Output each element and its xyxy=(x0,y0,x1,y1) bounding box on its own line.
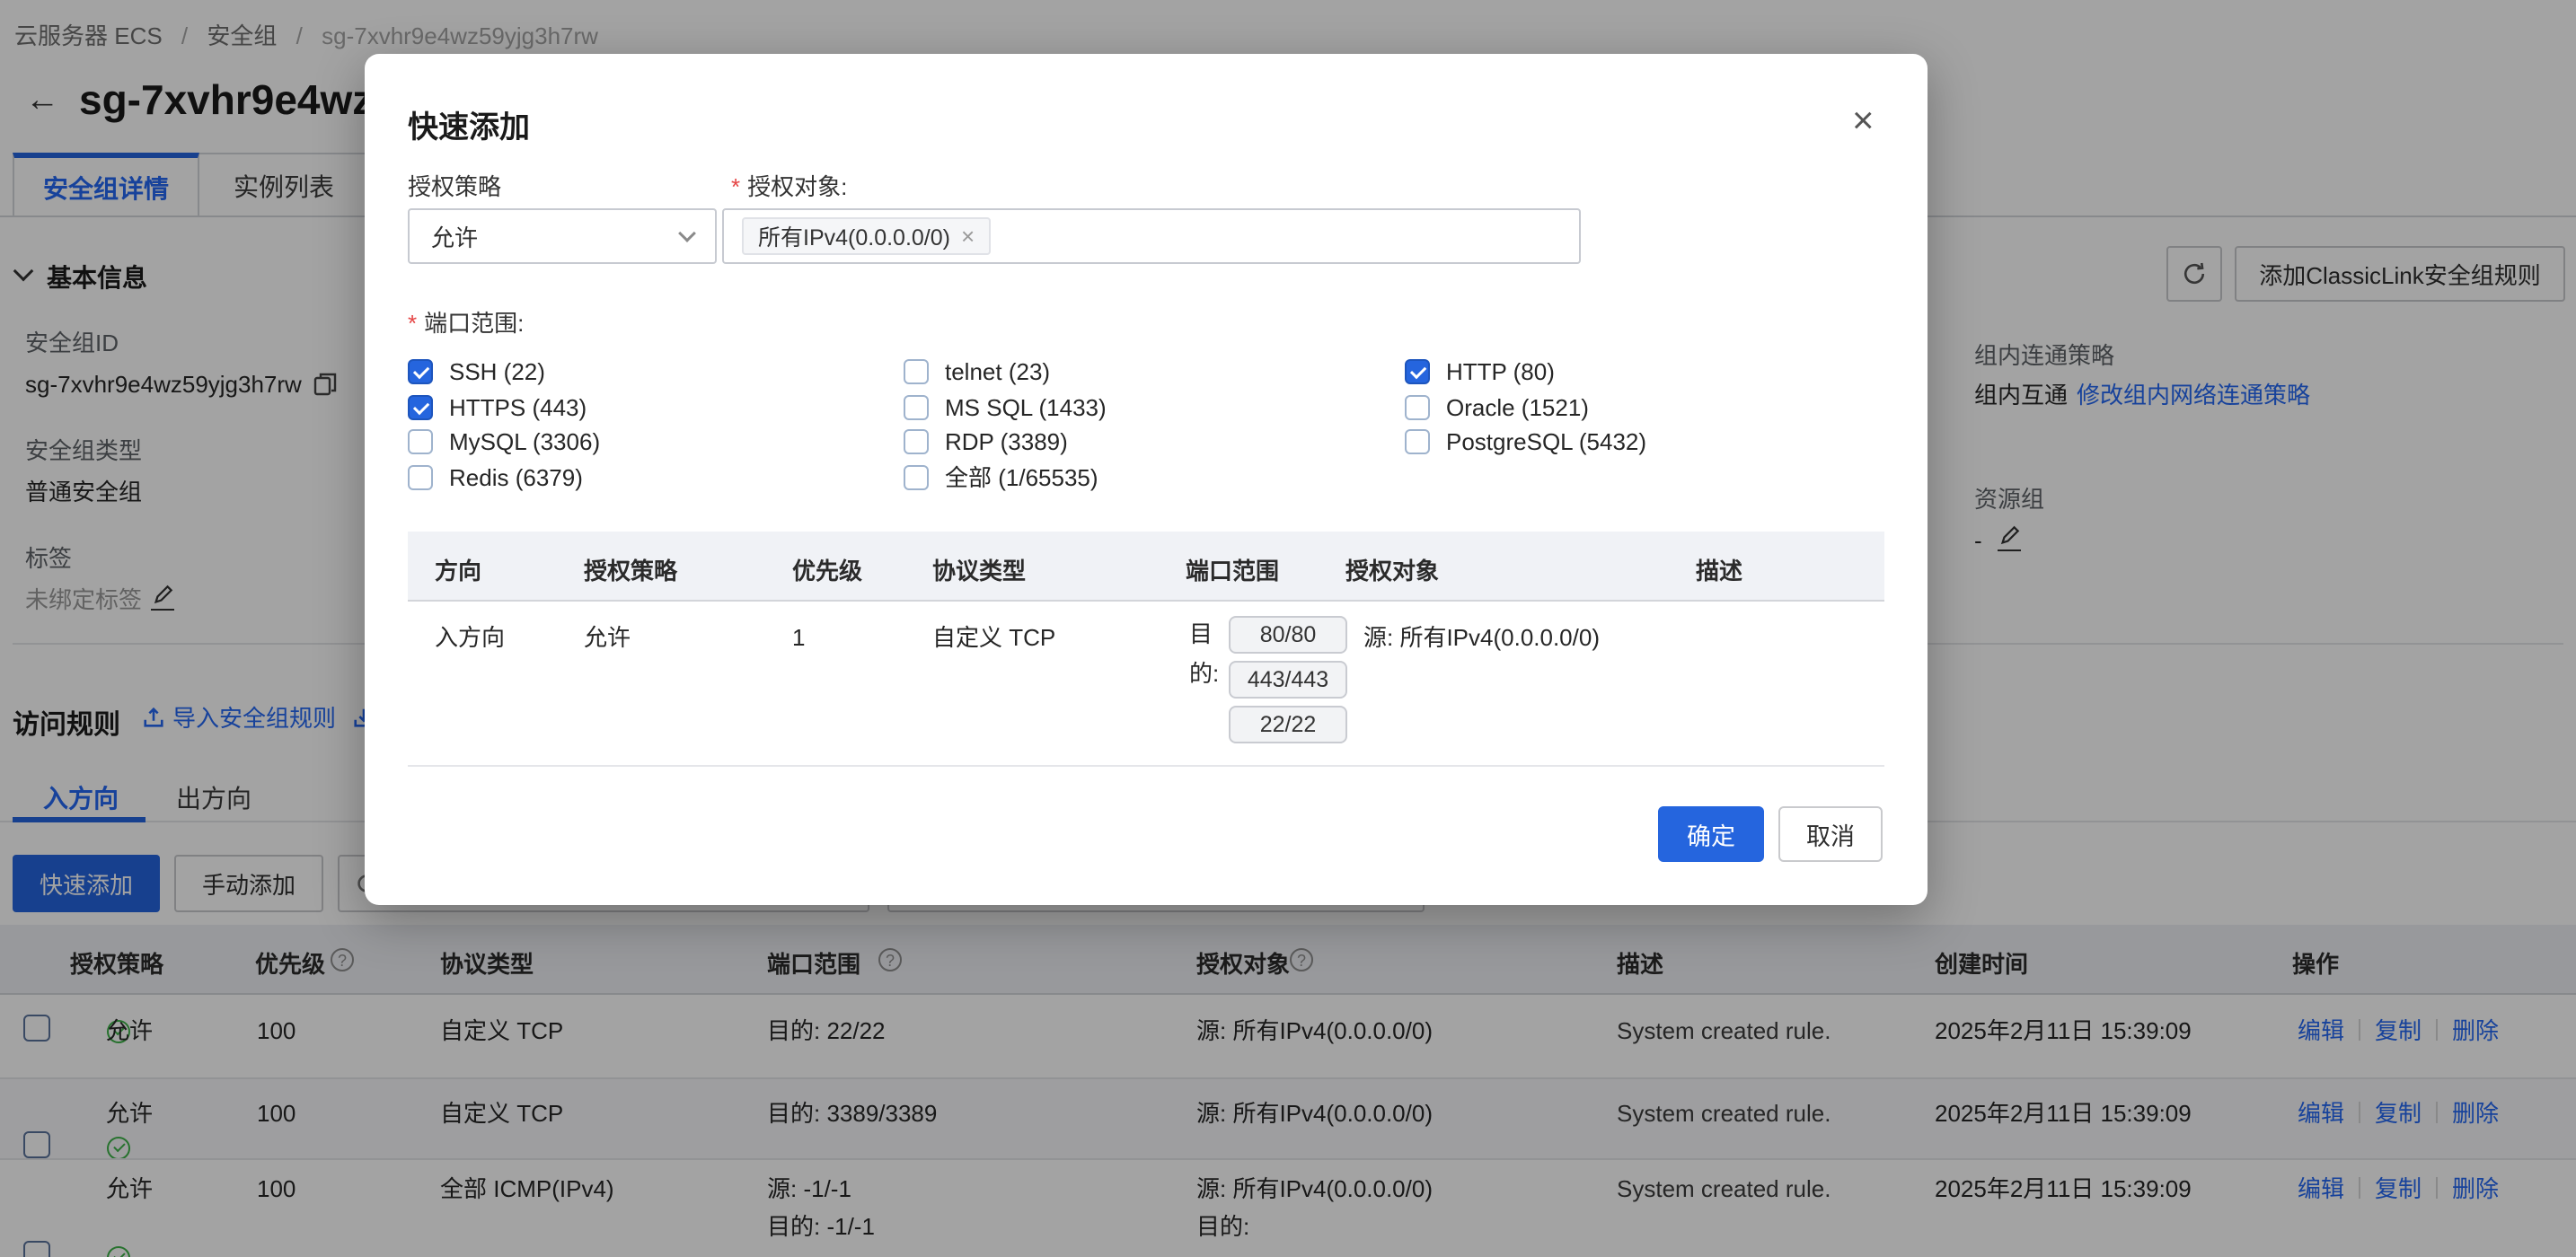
confirm-button[interactable]: 确定 xyxy=(1658,806,1764,862)
policy-select[interactable]: 允许 xyxy=(408,208,717,264)
port-option: Redis (6379) xyxy=(408,463,583,492)
mcell-policy: 允许 xyxy=(584,623,631,652)
object-input[interactable]: 所有IPv4(0.0.0.0/0) × xyxy=(722,208,1581,264)
mcol-policy: 授权策略 xyxy=(584,553,677,586)
mcell-direction: 入方向 xyxy=(435,623,505,652)
button-label: 确定 xyxy=(1687,817,1735,852)
port-prefix: 目 xyxy=(1189,620,1213,648)
mcol-protocol: 协议类型 xyxy=(932,553,1026,586)
port-option: Oracle (1521) xyxy=(1405,393,1589,422)
mcell-priority: 1 xyxy=(792,623,805,652)
checkbox-label: HTTPS (443) xyxy=(449,393,587,422)
port-option: 全部 (1/65535) xyxy=(904,463,1098,492)
mcol-desc: 描述 xyxy=(1696,553,1742,586)
mcol-source: 授权对象 xyxy=(1345,553,1439,586)
policy-select-label: 授权策略 xyxy=(408,172,501,201)
checkbox-label: MySQL (3306) xyxy=(449,427,600,456)
checkbox-label: RDP (3389) xyxy=(945,427,1068,456)
checkbox-label: 全部 (1/65535) xyxy=(945,463,1098,492)
mcell-source: 源: 所有IPv4(0.0.0.0/0) xyxy=(1363,623,1600,652)
required-asterisk: * xyxy=(731,173,740,200)
modal-table-header-divider xyxy=(408,600,1884,602)
checkbox-telnet[interactable] xyxy=(904,359,929,384)
button-label: 取消 xyxy=(1806,817,1855,852)
port-option: MySQL (3306) xyxy=(408,427,600,456)
checkbox-mysql[interactable] xyxy=(408,429,433,454)
port-input[interactable]: 22/22 xyxy=(1229,706,1347,743)
checkbox-ssh[interactable] xyxy=(408,359,433,384)
cancel-button[interactable]: 取消 xyxy=(1778,806,1883,862)
mcol-port: 端口范围 xyxy=(1186,553,1279,586)
port-option: HTTP (80) xyxy=(1405,357,1555,386)
page: 云服务器 ECS / 安全组 / sg-7xvhr9e4wz59yjg3h7rw… xyxy=(0,0,2576,1257)
port-prefix-line2: 的: xyxy=(1189,659,1219,688)
chevron-down-icon xyxy=(678,224,696,242)
checkbox-https[interactable] xyxy=(408,395,433,420)
checkbox-label: Redis (6379) xyxy=(449,463,583,492)
checkbox-label: telnet (23) xyxy=(945,357,1050,386)
object-tag: 所有IPv4(0.0.0.0/0) × xyxy=(742,217,991,255)
port-option: MS SQL (1433) xyxy=(904,393,1107,422)
port-option: SSH (22) xyxy=(408,357,545,386)
mcol-priority: 优先级 xyxy=(792,553,862,586)
checkbox-oracle[interactable] xyxy=(1405,395,1430,420)
checkbox-label: MS SQL (1433) xyxy=(945,393,1107,422)
port-option: PostgreSQL (5432) xyxy=(1405,427,1646,456)
mcell-protocol: 自定义 TCP xyxy=(932,623,1055,652)
checkbox-mssql[interactable] xyxy=(904,395,929,420)
checkbox-rdp[interactable] xyxy=(904,429,929,454)
port-option: telnet (23) xyxy=(904,357,1050,386)
mcol-direction: 方向 xyxy=(435,553,481,586)
checkbox-label: PostgreSQL (5432) xyxy=(1446,427,1646,456)
tag-remove-icon[interactable]: × xyxy=(961,223,975,251)
checkbox-http[interactable] xyxy=(1405,359,1430,384)
required-asterisk: * xyxy=(408,310,417,337)
checkbox-label: SSH (22) xyxy=(449,357,545,386)
modal-table-bottom-divider xyxy=(408,765,1884,767)
checkbox-postgresql[interactable] xyxy=(1405,429,1430,454)
checkbox-all-ports[interactable] xyxy=(904,465,929,490)
port-option: RDP (3389) xyxy=(904,427,1068,456)
port-option: HTTPS (443) xyxy=(408,393,587,422)
port-input[interactable]: 443/443 xyxy=(1229,661,1347,699)
modal-close-icon[interactable]: × xyxy=(1852,102,1875,138)
checkbox-label: HTTP (80) xyxy=(1446,357,1555,386)
modal-title: 快速添加 xyxy=(408,102,530,146)
object-input-label: *授权对象: xyxy=(731,172,847,201)
policy-select-value: 允许 xyxy=(431,220,478,253)
port-input[interactable]: 80/80 xyxy=(1229,616,1347,654)
checkbox-redis[interactable] xyxy=(408,465,433,490)
port-range-label: *端口范围: xyxy=(408,309,524,338)
object-tag-label: 所有IPv4(0.0.0.0/0) xyxy=(758,220,950,252)
quick-add-modal: 快速添加 × 授权策略 *授权对象: 允许 所有IPv4(0.0.0.0/0) … xyxy=(365,54,1928,905)
checkbox-label: Oracle (1521) xyxy=(1446,393,1589,422)
